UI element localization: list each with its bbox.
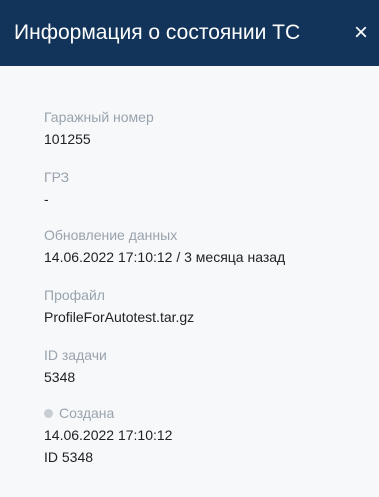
status-field: Создана 14.06.2022 17:10:12 ID 5348 — [44, 404, 172, 466]
panel-title: Информация о состоянии ТС — [14, 21, 301, 44]
status-dot-icon — [44, 408, 53, 418]
garage-number-field: Гаражный номер 101255 — [44, 108, 154, 148]
profile-label: Профайл — [44, 287, 105, 303]
garage-number-label: Гаражный номер — [44, 109, 154, 125]
task-id-value: 5348 — [44, 369, 76, 385]
data-update-field: Обновление данных 14.06.2022 17:10:12 / … — [44, 226, 285, 266]
status-label: Создана — [59, 405, 115, 421]
garage-number-value: 101255 — [44, 131, 91, 147]
close-icon[interactable]: × — [349, 21, 373, 45]
vehicle-status-panel: Информация о состоянии ТС × Гаражный ном… — [0, 0, 379, 497]
status-row: Создана — [44, 404, 172, 422]
status-id: ID 5348 — [44, 449, 94, 465]
grz-field: ГРЗ - — [44, 168, 69, 208]
profile-value: ProfileForAutotest.tar.gz — [44, 309, 195, 325]
panel-header: Информация о состоянии ТС × — [0, 0, 379, 66]
profile-field: Профайл ProfileForAutotest.tar.gz — [44, 286, 194, 326]
task-id-field: ID задачи 5348 — [44, 346, 107, 386]
data-update-label: Обновление данных — [44, 227, 178, 243]
grz-value: - — [44, 191, 49, 207]
status-date: 14.06.2022 17:10:12 — [44, 427, 173, 443]
task-id-label: ID задачи — [44, 347, 107, 363]
data-update-value: 14.06.2022 17:10:12 / 3 месяца назад — [44, 249, 286, 265]
grz-label: ГРЗ — [44, 169, 70, 185]
